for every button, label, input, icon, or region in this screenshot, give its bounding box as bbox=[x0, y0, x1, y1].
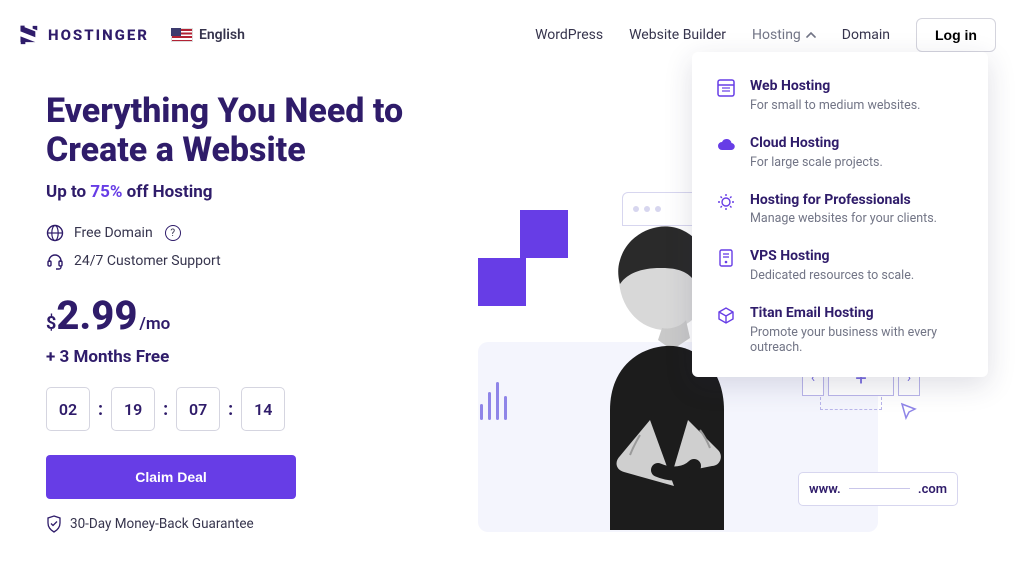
help-icon[interactable]: ? bbox=[165, 225, 181, 241]
url-com: .com bbox=[918, 482, 947, 497]
server-icon bbox=[716, 248, 736, 268]
timer-minutes: 07 bbox=[176, 387, 220, 431]
dd-sub: For small to medium websites. bbox=[750, 98, 920, 113]
nav-website-builder[interactable]: Website Builder bbox=[629, 27, 726, 43]
feature-text: 24/7 Customer Support bbox=[74, 253, 221, 269]
currency: $ bbox=[46, 313, 56, 334]
dd-title: Web Hosting bbox=[750, 78, 920, 95]
headset-icon bbox=[46, 252, 64, 270]
dropdown-titan-email[interactable]: Titan Email Hosting Promote your business… bbox=[716, 305, 964, 355]
nav-hosting[interactable]: Hosting bbox=[752, 27, 816, 43]
hero-subtext: Up to 75% off Hosting bbox=[46, 182, 446, 202]
bars-icon bbox=[480, 382, 507, 420]
language-switcher[interactable]: English bbox=[171, 27, 245, 43]
decor-square-icon bbox=[478, 258, 526, 306]
price-period: /mo bbox=[139, 314, 170, 334]
timer-hours: 19 bbox=[111, 387, 155, 431]
nav-hosting-label: Hosting bbox=[752, 27, 801, 43]
timer-seconds: 14 bbox=[241, 387, 285, 431]
sub-pct: 75% bbox=[90, 182, 122, 202]
feature-support: 24/7 Customer Support bbox=[46, 252, 446, 270]
hero-headline: Everything You Need to Create a Website bbox=[46, 92, 446, 170]
feature-text: Free Domain bbox=[74, 225, 153, 241]
dd-sub: Dedicated resources to scale. bbox=[750, 268, 914, 283]
login-button[interactable]: Log in bbox=[916, 18, 996, 52]
feature-free-domain: Free Domain ? bbox=[46, 224, 446, 242]
dd-title: Hosting for Professionals bbox=[750, 192, 937, 209]
price: $ 2.99 /mo bbox=[46, 292, 446, 339]
box-icon bbox=[716, 305, 736, 325]
dd-title: Cloud Hosting bbox=[750, 135, 883, 152]
guarantee-text: 30-Day Money-Back Guarantee bbox=[70, 516, 254, 532]
hostinger-logo-icon bbox=[18, 24, 40, 46]
dropdown-cloud-hosting[interactable]: Cloud Hosting For large scale projects. bbox=[716, 135, 964, 170]
globe-icon bbox=[46, 224, 64, 242]
months-free: + 3 Months Free bbox=[46, 347, 446, 367]
brand-logo[interactable]: HOSTINGER bbox=[18, 24, 149, 46]
sub-post: off Hosting bbox=[122, 182, 212, 202]
cloud-icon bbox=[716, 135, 736, 155]
countdown-timer: 02: 19: 07: 14 bbox=[46, 387, 446, 431]
url-bar-illustration: www. .com bbox=[798, 472, 958, 506]
timer-days: 02 bbox=[46, 387, 90, 431]
dd-sub: Manage websites for your clients. bbox=[750, 211, 937, 226]
dd-sub: Promote your business with every outreac… bbox=[750, 325, 964, 355]
claim-deal-button[interactable]: Claim Deal bbox=[46, 455, 296, 499]
dropdown-hosting-professionals[interactable]: Hosting for Professionals Manage websites… bbox=[716, 192, 964, 227]
cursor-icon bbox=[900, 402, 918, 425]
dd-sub: For large scale projects. bbox=[750, 155, 883, 170]
sub-pre: Up to bbox=[46, 182, 90, 202]
url-www: www. bbox=[809, 482, 841, 497]
flag-us-icon bbox=[171, 28, 193, 42]
hosting-dropdown: Web Hosting For small to medium websites.… bbox=[692, 52, 988, 377]
language-label: English bbox=[199, 27, 245, 43]
guarantee: 30-Day Money-Back Guarantee bbox=[46, 515, 446, 533]
dropdown-web-hosting[interactable]: Web Hosting For small to medium websites. bbox=[716, 78, 964, 113]
nav-domain[interactable]: Domain bbox=[842, 27, 890, 43]
chevron-up-icon bbox=[806, 30, 816, 40]
nav-wordpress[interactable]: WordPress bbox=[535, 27, 603, 43]
price-amount: 2.99 bbox=[56, 292, 137, 339]
shield-check-icon bbox=[46, 515, 62, 533]
brand-text: HOSTINGER bbox=[48, 26, 149, 44]
gear-user-icon bbox=[716, 192, 736, 212]
dd-title: Titan Email Hosting bbox=[750, 305, 964, 322]
dd-title: VPS Hosting bbox=[750, 248, 914, 265]
web-hosting-icon bbox=[716, 78, 736, 98]
dropdown-vps-hosting[interactable]: VPS Hosting Dedicated resources to scale. bbox=[716, 248, 964, 283]
